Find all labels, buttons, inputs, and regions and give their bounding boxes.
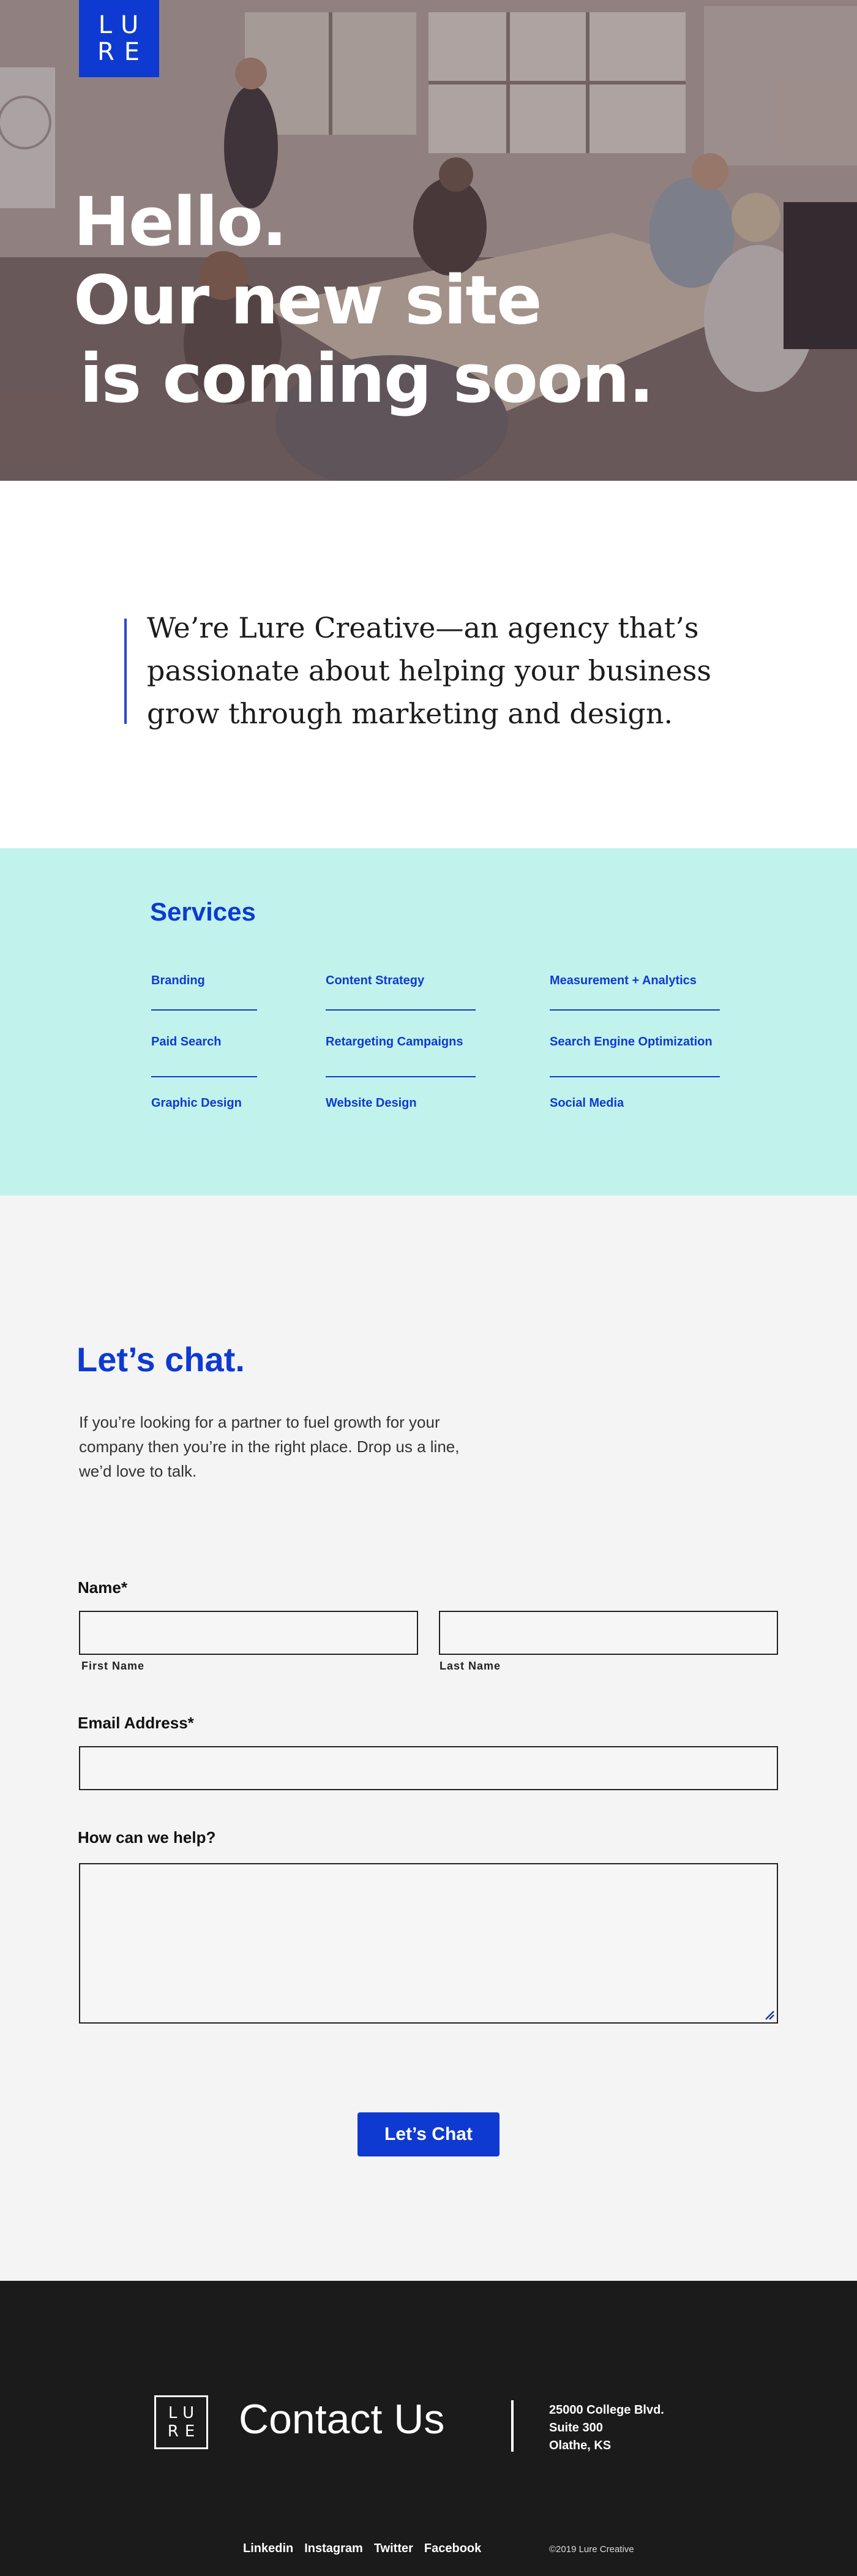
intro-statement: We’re Lure Creative—an agency that’s pas… (147, 611, 711, 730)
service-graphic-design[interactable]: Graphic Design (151, 1096, 242, 1110)
service-measurement-analytics[interactable]: Measurement + Analytics (550, 974, 697, 988)
lets-chat-button[interactable]: Let’s Chat (357, 2112, 500, 2156)
resize-handle-icon[interactable] (763, 2009, 774, 2020)
address-line-2: Suite 300 (549, 2421, 603, 2435)
contact-form-section: Let’s chat. If you’re looking for a part… (0, 1196, 857, 2281)
lure-logo[interactable]: LU RE (79, 0, 159, 77)
hero-section: LU RE Hello. Our new site is coming soon… (0, 0, 857, 481)
twitter-link[interactable]: Twitter (374, 2542, 413, 2556)
social-links: Linkedin Instagram Twitter Facebook (243, 2542, 481, 2556)
name-label: Name* (78, 1578, 127, 1597)
service-divider (550, 1076, 720, 1077)
contact-us-heading: Contact Us (239, 2396, 445, 2442)
last-name-input[interactable] (440, 1612, 777, 1654)
logo-line-1: LU (98, 11, 149, 39)
address-line-1: 25000 College Blvd. (549, 2403, 664, 2417)
logo-line-2: RE (97, 38, 150, 66)
copyright: ©2019 Lure Creative (549, 2544, 634, 2555)
service-divider (151, 1076, 257, 1077)
hero-headline: Hello. Our new site is coming soon. (73, 183, 654, 418)
service-seo[interactable]: Search Engine Optimization (550, 1035, 713, 1049)
services-title: Services (150, 897, 256, 926)
service-branding[interactable]: Branding (151, 974, 205, 988)
hero-headline-line-1: Hello. (73, 183, 287, 261)
service-social-media[interactable]: Social Media (550, 1096, 624, 1110)
email-input[interactable] (80, 1747, 777, 1789)
help-label: How can we help? (78, 1828, 216, 1847)
last-name-field[interactable] (439, 1611, 778, 1655)
service-content-strategy[interactable]: Content Strategy (326, 974, 424, 988)
footer-address: 25000 College Blvd. Suite 300 Olathe, KS (549, 2401, 664, 2455)
service-divider (151, 1009, 257, 1011)
email-label: Email Address* (78, 1714, 194, 1732)
service-divider (550, 1009, 720, 1011)
service-website-design[interactable]: Website Design (326, 1096, 417, 1110)
service-retargeting-campaigns[interactable]: Retargeting Campaigns (326, 1035, 463, 1049)
first-name-field[interactable] (79, 1611, 418, 1655)
chat-description: If you’re looking for a partner to fuel … (79, 1413, 460, 1480)
footer-logo[interactable]: LU RE (154, 2395, 208, 2449)
service-divider (326, 1009, 476, 1011)
last-name-label: Last Name (440, 1660, 501, 1672)
address-line-3: Olathe, KS (549, 2439, 612, 2452)
linkedin-link[interactable]: Linkedin (243, 2542, 293, 2556)
intro-accent-bar (124, 619, 127, 724)
first-name-input[interactable] (80, 1612, 417, 1654)
help-field[interactable] (79, 1863, 778, 2024)
footer-logo-line-2: RE (167, 2422, 201, 2441)
hero-headline-line-2: Our new site (73, 261, 542, 339)
facebook-link[interactable]: Facebook (424, 2542, 481, 2556)
hero-headline-line-3: is coming soon. (80, 339, 654, 418)
service-paid-search[interactable]: Paid Search (151, 1035, 222, 1049)
services-section: Services Branding Content Strategy Measu… (0, 848, 857, 1196)
service-divider (326, 1076, 476, 1077)
footer-logo-line-1: LU (168, 2404, 201, 2422)
intro-section: We’re Lure Creative—an agency that’s pas… (0, 481, 857, 848)
first-name-label: First Name (81, 1660, 145, 1672)
chat-title: Let’s chat. (77, 1340, 245, 1379)
footer: LU RE Contact Us 25000 College Blvd. Sui… (0, 2281, 857, 2576)
instagram-link[interactable]: Instagram (304, 2542, 363, 2556)
footer-divider (511, 2400, 514, 2452)
email-field[interactable] (79, 1746, 778, 1790)
help-textarea[interactable] (80, 1864, 777, 2022)
